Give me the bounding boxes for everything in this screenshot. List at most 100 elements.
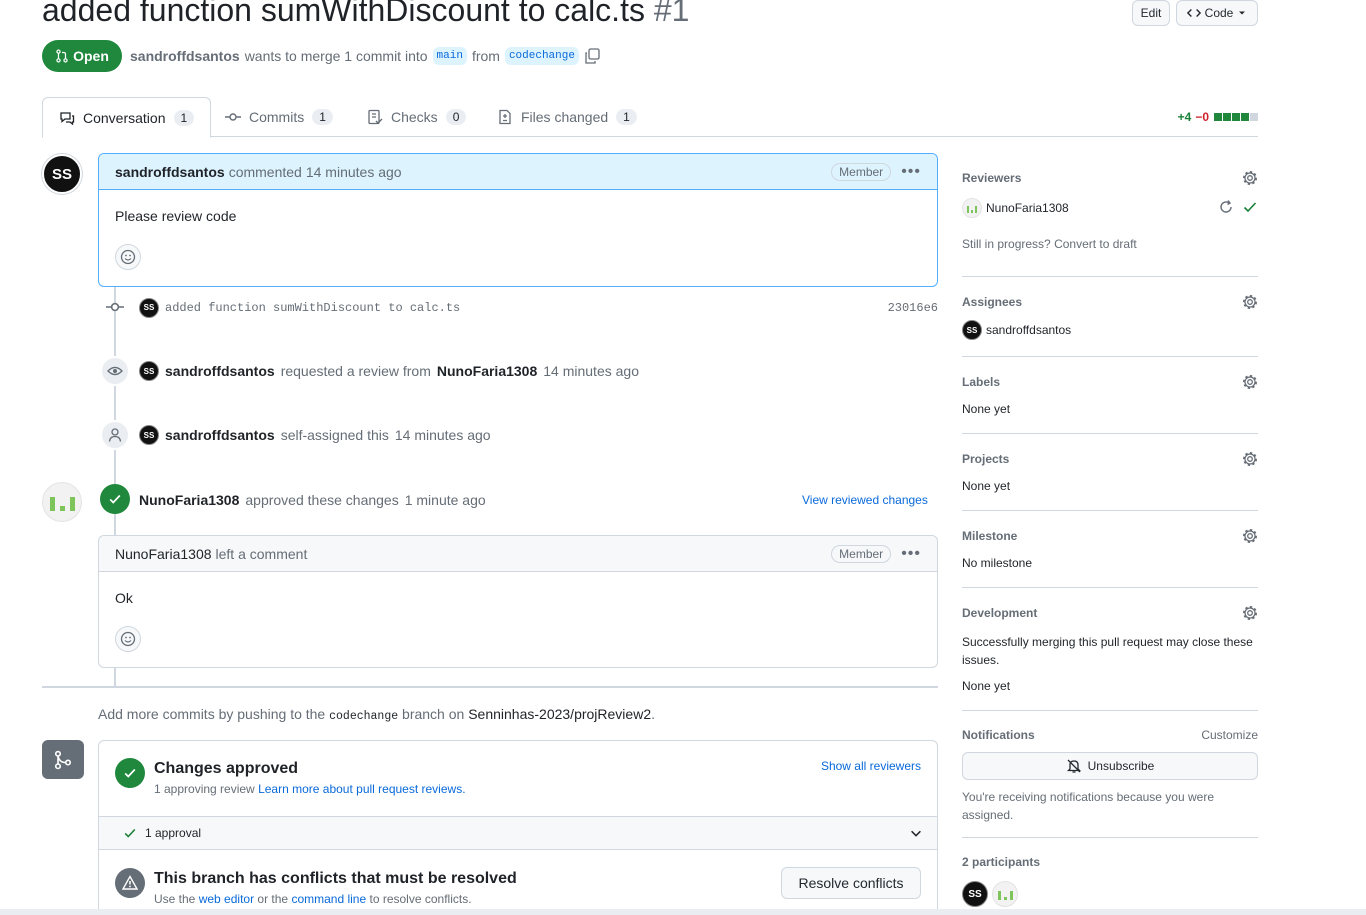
gear-icon[interactable] xyxy=(1242,451,1258,467)
tab-conversation-count: 1 xyxy=(173,109,195,126)
commit-avatar-initials: SS xyxy=(139,297,159,318)
avatar[interactable]: SS xyxy=(139,361,159,381)
show-all-reviewers-link[interactable]: Show all reviewers xyxy=(821,759,921,773)
avatar[interactable]: SS xyxy=(139,425,159,445)
avatar-bar xyxy=(49,497,55,511)
pr-author-link[interactable]: sandroffdsantos xyxy=(130,48,240,64)
tab-checks[interactable]: Checks 0 xyxy=(367,97,467,137)
assignee-item[interactable]: SS sandroffdsantos xyxy=(962,320,1258,340)
pr-meta: sandroffdsantos wants to merge 1 commit … xyxy=(130,47,600,65)
assignee-name: sandroffdsantos xyxy=(986,323,1072,337)
avatar[interactable] xyxy=(992,881,1018,907)
sync-icon[interactable] xyxy=(1218,199,1234,215)
commit-sha[interactable]: 23016e6 xyxy=(888,301,938,315)
milestone-value: No milestone xyxy=(962,556,1033,570)
event-time[interactable]: 14 minutes ago xyxy=(543,363,639,379)
event-actor[interactable]: sandroffdsantos xyxy=(165,363,275,379)
pr-number: #1 xyxy=(653,0,690,28)
diffstat-blocks xyxy=(1213,113,1258,121)
merge-icon-badge xyxy=(42,740,84,779)
sidebar-assignees-title: Assignees xyxy=(962,295,1023,309)
role-badge: Member xyxy=(831,544,892,563)
comment-author[interactable]: NunoFaria1308 xyxy=(115,546,212,562)
event-time[interactable]: 1 minute ago xyxy=(405,492,486,508)
gear-icon[interactable] xyxy=(1242,374,1258,390)
gear-icon[interactable] xyxy=(1242,528,1258,544)
pr-from-text: from xyxy=(471,48,500,64)
sidebar-labels-header[interactable]: Labels xyxy=(962,374,1258,390)
event-time[interactable]: 14 minutes ago xyxy=(395,427,491,443)
view-reviewed-changes-link[interactable]: View reviewed changes xyxy=(802,493,928,507)
edit-button[interactable]: Edit xyxy=(1132,0,1170,26)
code-button[interactable]: Code xyxy=(1176,0,1258,26)
avatar[interactable] xyxy=(42,482,82,522)
tab-files-changed-count: 1 xyxy=(616,109,637,125)
sidebar-projects-header[interactable]: Projects xyxy=(962,451,1258,467)
web-editor-link[interactable]: web editor xyxy=(199,892,254,906)
unsubscribe-button[interactable]: Unsubscribe xyxy=(962,752,1258,780)
sidebar-development-header[interactable]: Development xyxy=(962,605,1258,621)
sidebar-milestone-header[interactable]: Milestone xyxy=(962,528,1258,544)
first-comment: sandroffdsantos commented 14 minutes ago… xyxy=(98,153,938,287)
sidebar-milestone: Milestone No milestone xyxy=(962,528,1258,588)
command-line-link[interactable]: command line xyxy=(291,892,366,906)
notifications-description: You're receiving notifications because y… xyxy=(962,790,1214,822)
sidebar-notifications-title: Notifications xyxy=(962,728,1035,742)
add-reaction-button[interactable] xyxy=(115,244,141,270)
kebab-menu-icon[interactable]: ••• xyxy=(901,545,921,563)
sidebar-participants: 2 participants SS xyxy=(962,855,1258,915)
event-reviewer[interactable]: NunoFaria1308 xyxy=(437,363,537,379)
approved-badge xyxy=(100,484,130,514)
gear-icon[interactable] xyxy=(1242,294,1258,310)
sidebar-development-title: Development xyxy=(962,606,1038,620)
copy-icon[interactable] xyxy=(584,48,600,64)
push-hint-repo[interactable]: Senninhas-2023/projReview2 xyxy=(468,706,651,722)
commit-message[interactable]: added function sumWithDiscount to calc.t… xyxy=(165,301,460,315)
event-actor[interactable]: sandroffdsantos xyxy=(165,427,275,443)
avatar-bar xyxy=(1009,891,1013,900)
customize-link[interactable]: Customize xyxy=(1201,728,1258,742)
tab-commits[interactable]: Commits 1 xyxy=(225,97,333,137)
reviewer-item[interactable]: NunoFaria1308 xyxy=(962,198,1069,218)
commit-avatar[interactable]: SS xyxy=(139,297,159,318)
conflict-subtitle: Use the web editor or the command line t… xyxy=(154,892,472,906)
learn-more-link[interactable]: Learn more about pull request reviews. xyxy=(258,782,465,796)
base-branch[interactable]: main xyxy=(432,47,467,65)
add-reaction-button[interactable] xyxy=(115,626,141,652)
diffstat-block xyxy=(1232,113,1240,121)
comment-time[interactable]: 14 minutes ago xyxy=(306,164,402,180)
head-branch[interactable]: codechange xyxy=(504,47,579,65)
sidebar-milestone-title: Milestone xyxy=(962,529,1018,543)
comment-author[interactable]: sandroffdsantos xyxy=(115,164,225,180)
event-text: approved these changes xyxy=(245,492,399,508)
sidebar-reviewers-header[interactable]: Reviewers xyxy=(962,170,1258,186)
tab-files-changed[interactable]: Files changed 1 xyxy=(497,97,637,137)
file-diff-icon xyxy=(499,109,511,125)
chevron-down-icon[interactable] xyxy=(909,826,923,840)
avatar[interactable]: SS xyxy=(962,881,988,907)
event-actor[interactable]: NunoFaria1308 xyxy=(139,492,239,508)
self-assign-event: SS sandroffdsantos self-assigned this 14… xyxy=(139,425,491,445)
approval-count: 1 approval xyxy=(145,826,202,840)
sidebar-notifications-header: Notifications Customize xyxy=(962,728,1258,742)
conversation-icon xyxy=(60,111,75,125)
participant-avatars: SS xyxy=(962,881,1258,907)
conflict-circle xyxy=(115,868,145,898)
avatar-bar xyxy=(1003,897,1007,900)
gear-icon[interactable] xyxy=(1242,170,1258,186)
comment-body: Ok xyxy=(115,590,133,606)
resolve-conflicts-button[interactable]: Resolve conflicts xyxy=(781,867,921,899)
avatar[interactable]: SS xyxy=(42,154,82,194)
tab-conversation[interactable]: Conversation 1 xyxy=(42,97,212,138)
edit-button-label: Edit xyxy=(1140,6,1162,20)
kebab-menu-icon[interactable]: ••• xyxy=(901,163,921,181)
code-button-label: Code xyxy=(1204,6,1234,20)
diffstat: +4 −0 xyxy=(1178,110,1258,124)
approval-summary-row[interactable]: 1 approval xyxy=(99,816,937,850)
avatar-bar xyxy=(997,891,1001,900)
gear-icon[interactable] xyxy=(1242,605,1258,621)
convert-to-draft-link[interactable]: Convert to draft xyxy=(1054,237,1137,251)
sidebar-assignees-header[interactable]: Assignees xyxy=(962,294,1258,310)
comment-header: sandroffdsantos commented 14 minutes ago… xyxy=(99,154,937,190)
approval-event: NunoFaria1308 approved these changes 1 m… xyxy=(139,492,486,508)
